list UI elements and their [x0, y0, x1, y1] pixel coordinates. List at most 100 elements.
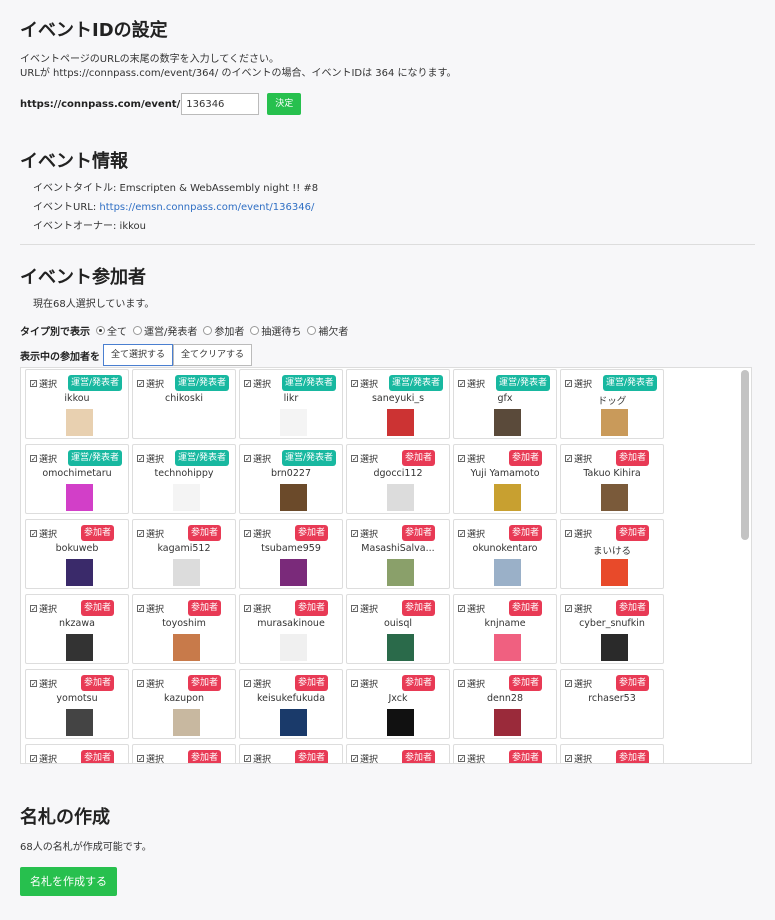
participant-card[interactable]: ✓ 選択 参加者 MasashiSalva... — [346, 519, 450, 589]
participant-card[interactable]: ✓ 選択 運営/発表者 brn0227 — [239, 444, 343, 514]
role-badge: 運営/発表者 — [174, 375, 229, 391]
select-checkbox[interactable]: ✓ — [244, 530, 251, 538]
participant-name: yomotsu — [56, 693, 98, 704]
participant-name: gfx — [497, 393, 513, 404]
filter-all[interactable]: 全て — [96, 323, 127, 338]
select-checkbox[interactable]: ✓ — [244, 380, 251, 388]
select-checkbox[interactable]: ✓ — [565, 755, 572, 763]
participant-card[interactable]: ✓ 選択 参加者 keisukefukuda — [239, 669, 343, 739]
participant-list[interactable]: ✓ 選択 運営/発表者 ikkou ✓ 選択 運営/発表者 chikoski ✓ 選択 運営/発表者… — [20, 367, 752, 764]
select-checkbox[interactable]: ✓ — [351, 680, 358, 688]
select-checkbox[interactable]: ✓ — [351, 380, 358, 388]
participant-card[interactable]: ✓ 選択 運営/発表者 technohippy — [132, 444, 236, 514]
select-checkbox[interactable]: ✓ — [137, 755, 144, 763]
select-all-button[interactable]: 全て選択する — [103, 344, 174, 366]
select-label: 選択 — [574, 455, 593, 465]
participant-card[interactable]: ✓ 選択 運営/発表者 likr — [239, 369, 343, 439]
avatar — [387, 634, 414, 661]
select-checkbox[interactable]: ✓ — [137, 380, 144, 388]
participant-card[interactable]: ✓ 選択 運営/発表者 saneyuki_s — [346, 369, 450, 439]
filter-waiting[interactable]: 抽選待ち — [250, 323, 301, 338]
event-id-input[interactable] — [181, 93, 260, 115]
avatar — [494, 634, 521, 661]
participant-card[interactable]: ✓ 選択 参加者 Takuo Kihira — [560, 444, 664, 514]
role-badge: 参加者 — [508, 750, 542, 763]
participant-card[interactable]: ✓ 選択 参加者 ouisql — [346, 594, 450, 664]
participant-card[interactable]: ✓ 選択 参加者 — [239, 744, 343, 763]
participant-card[interactable]: ✓ 選択 参加者 — [560, 744, 664, 763]
select-label: 選択 — [253, 605, 272, 615]
badge-desc: 68人の名札が作成可能です。 — [20, 842, 152, 853]
participant-card[interactable]: ✓ 選択 参加者 Yuji Yamamoto — [453, 444, 557, 514]
select-checkbox[interactable]: ✓ — [565, 680, 572, 688]
select-checkbox[interactable]: ✓ — [458, 605, 465, 613]
participant-card[interactable]: ✓ 選択 参加者 まいける — [560, 519, 664, 589]
participant-card[interactable]: ✓ 選択 参加者 Jxck — [346, 669, 450, 739]
participant-name: MasashiSalva... — [361, 543, 435, 554]
select-checkbox[interactable]: ✓ — [244, 455, 251, 463]
participant-card[interactable]: ✓ 選択 参加者 kagami512 — [132, 519, 236, 589]
filter-staff[interactable]: 運営/発表者 — [133, 323, 197, 338]
select-checkbox[interactable]: ✓ — [458, 455, 465, 463]
participant-card[interactable]: ✓ 選択 運営/発表者 ドッグ — [560, 369, 664, 439]
participant-card[interactable]: ✓ 選択 運営/発表者 ikkou — [25, 369, 129, 439]
submit-event-id-button[interactable]: 決定 — [267, 93, 302, 115]
participant-card[interactable]: ✓ 選択 参加者 — [346, 744, 450, 763]
participant-card[interactable]: ✓ 選択 参加者 toyoshim — [132, 594, 236, 664]
select-checkbox[interactable]: ✓ — [30, 755, 37, 763]
select-checkbox[interactable]: ✓ — [351, 530, 358, 538]
participant-name: Takuo Kihira — [583, 468, 641, 479]
participant-card[interactable]: ✓ 選択 参加者 dgocci112 — [346, 444, 450, 514]
participant-card[interactable]: ✓ 選択 運営/発表者 gfx — [453, 369, 557, 439]
participant-name: likr — [283, 393, 299, 404]
select-checkbox[interactable]: ✓ — [30, 455, 37, 463]
create-badges-button[interactable]: 名札を作成する — [20, 867, 117, 896]
participant-card[interactable]: ✓ 選択 参加者 rchaser53 — [560, 669, 664, 739]
participant-card[interactable]: ✓ 選択 運営/発表者 chikoski — [132, 369, 236, 439]
divider — [20, 244, 755, 245]
participant-card[interactable]: ✓ 選択 運営/発表者 omochimetaru — [25, 444, 129, 514]
select-checkbox[interactable]: ✓ — [458, 380, 465, 388]
select-checkbox[interactable]: ✓ — [30, 680, 37, 688]
participant-card[interactable]: ✓ 選択 参加者 denn28 — [453, 669, 557, 739]
participant-card[interactable]: ✓ 選択 参加者 okunokentaro — [453, 519, 557, 589]
participant-card[interactable]: ✓ 選択 参加者 kazupon — [132, 669, 236, 739]
participant-card[interactable]: ✓ 選択 参加者 yomotsu — [25, 669, 129, 739]
select-checkbox[interactable]: ✓ — [137, 530, 144, 538]
select-checkbox[interactable]: ✓ — [244, 605, 251, 613]
select-checkbox[interactable]: ✓ — [30, 380, 37, 388]
participant-card[interactable]: ✓ 選択 参加者 — [132, 744, 236, 763]
select-checkbox[interactable]: ✓ — [565, 380, 572, 388]
select-checkbox[interactable]: ✓ — [351, 605, 358, 613]
participant-card[interactable]: ✓ 選択 参加者 — [453, 744, 557, 763]
participant-card[interactable]: ✓ 選択 参加者 bokuweb — [25, 519, 129, 589]
select-checkbox[interactable]: ✓ — [30, 605, 37, 613]
filter-participant[interactable]: 参加者 — [203, 323, 244, 338]
select-checkbox[interactable]: ✓ — [244, 755, 251, 763]
participant-card[interactable]: ✓ 選択 参加者 tsubame959 — [239, 519, 343, 589]
select-checkbox[interactable]: ✓ — [351, 455, 358, 463]
role-badge: 運営/発表者 — [281, 375, 336, 391]
select-checkbox[interactable]: ✓ — [565, 455, 572, 463]
participant-card[interactable]: ✓ 選択 参加者 nkzawa — [25, 594, 129, 664]
participant-card[interactable]: ✓ 選択 参加者 cyber_snufkin — [560, 594, 664, 664]
filter-substitute[interactable]: 補欠者 — [307, 323, 348, 338]
select-checkbox[interactable]: ✓ — [137, 680, 144, 688]
select-checkbox[interactable]: ✓ — [565, 605, 572, 613]
select-checkbox[interactable]: ✓ — [351, 755, 358, 763]
role-badge: 運営/発表者 — [495, 375, 550, 391]
participant-card[interactable]: ✓ 選択 参加者 murasakinoue — [239, 594, 343, 664]
clear-all-button[interactable]: 全てクリアする — [173, 344, 253, 366]
select-checkbox[interactable]: ✓ — [137, 455, 144, 463]
select-checkbox[interactable]: ✓ — [30, 530, 37, 538]
select-checkbox[interactable]: ✓ — [458, 755, 465, 763]
select-checkbox[interactable]: ✓ — [458, 680, 465, 688]
select-checkbox[interactable]: ✓ — [458, 530, 465, 538]
select-checkbox[interactable]: ✓ — [244, 680, 251, 688]
select-checkbox[interactable]: ✓ — [565, 530, 572, 538]
select-checkbox[interactable]: ✓ — [137, 605, 144, 613]
participant-card[interactable]: ✓ 選択 参加者 knjname — [453, 594, 557, 664]
event-url-link[interactable]: https://emsn.connpass.com/event/136346/ — [99, 202, 314, 213]
participant-card[interactable]: ✓ 選択 参加者 — [25, 744, 129, 763]
scrollbar[interactable] — [741, 370, 749, 540]
